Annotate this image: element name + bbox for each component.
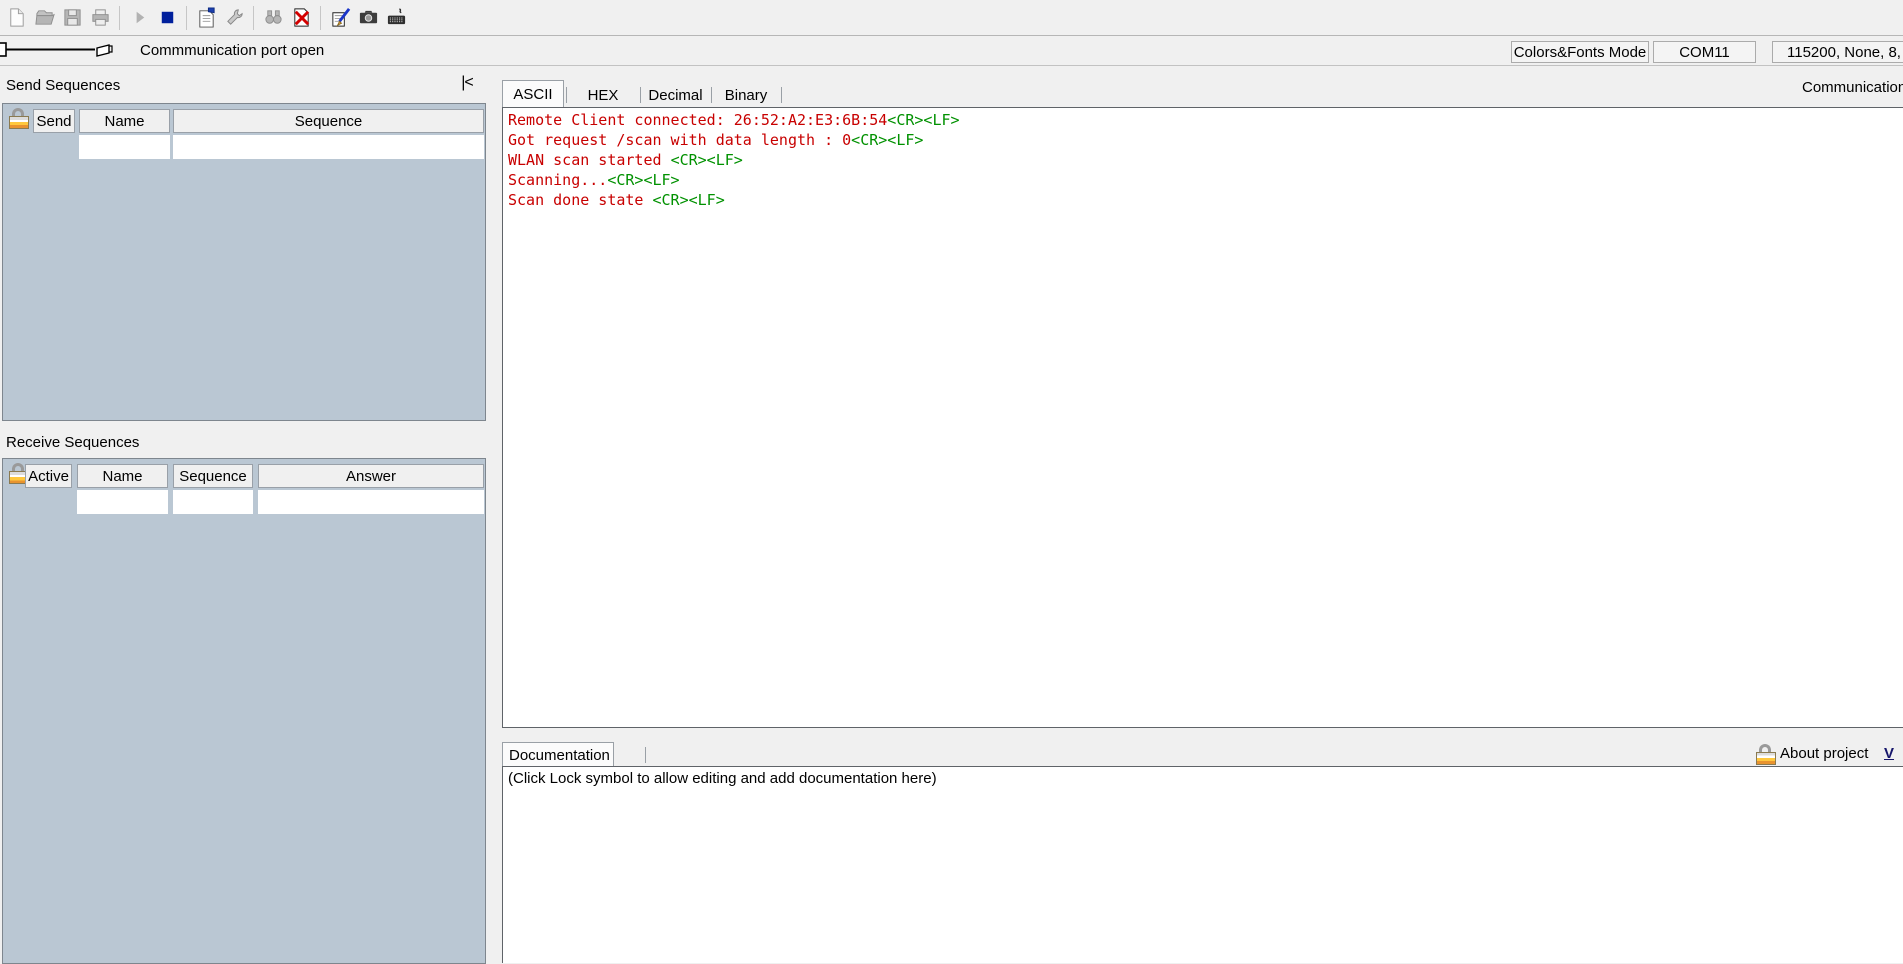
clear-communication-button[interactable] [287,4,315,32]
comm-line: Got request /scan with data length : 0<C… [508,130,1898,150]
project-settings-icon [196,7,217,28]
wrench-icon [224,7,245,28]
documentation-lock-icon[interactable] [1756,744,1776,766]
open-project-button[interactable] [30,4,58,32]
save-icon [62,7,83,28]
save-button[interactable] [58,4,86,32]
documentation-text-area[interactable]: (Click Lock symbol to allow editing and … [502,766,1903,963]
tab-decimal[interactable]: Decimal [640,84,711,107]
tab-separator [781,87,782,103]
send-sequences-panel: Send Name Sequence [2,103,486,421]
start-play-icon [129,7,150,28]
tab-separator [645,747,646,763]
project-settings-button[interactable] [192,4,220,32]
tab-hex[interactable]: HEX [566,84,640,107]
binoculars-icon [263,7,284,28]
communication-panel-label: Communication [1802,79,1903,96]
send-sequences-title: Send Sequences [6,77,120,94]
keyboard-console-button[interactable] [382,4,410,32]
port-settings-box[interactable]: 115200, None, 8, 1 [1772,41,1903,63]
send-row-name-cell[interactable] [79,135,170,159]
collapse-panel-button[interactable]: |< [453,74,481,94]
tab-separator [566,87,567,103]
receive-sequences-panel: Active Name Sequence Answer [2,458,486,964]
tab-separator [640,87,641,103]
receive-row-answer-cell[interactable] [258,490,484,514]
start-communication-button[interactable] [125,4,153,32]
comm-line: Scanning...<CR><LF> [508,170,1898,190]
clipped-link[interactable]: V [1884,745,1894,762]
stop-square-icon [157,7,178,28]
receive-sequences-title: Receive Sequences [6,434,139,451]
toolbar [0,0,1903,36]
comm-line: WLAN scan started <CR><LF> [508,150,1898,170]
toolbar-separator [119,6,120,30]
receive-row-sequence-cell[interactable] [173,490,253,514]
camera-icon [358,7,379,28]
comm-line: Scan done state <CR><LF> [508,190,1898,210]
connection-status-icon [0,41,130,59]
comm-line: Remote Client connected: 26:52:A2:E3:6B:… [508,110,1898,130]
com-port-box[interactable]: COM11 [1653,41,1756,63]
toolbar-separator [253,6,254,30]
clear-red-x-icon [291,7,312,28]
tab-documentation[interactable]: Documentation [502,742,614,767]
open-folder-icon [34,7,55,28]
answer-column-header[interactable]: Answer [258,464,484,488]
colors-fonts-mode-box[interactable]: Colors&Fonts Mode [1511,41,1649,63]
name-column-header[interactable]: Name [77,464,168,488]
receive-row-name-cell[interactable] [77,490,168,514]
options-button[interactable] [220,4,248,32]
new-file-icon [6,7,27,28]
sequence-column-header[interactable]: Sequence [173,109,484,133]
stop-communication-button[interactable] [153,4,181,32]
new-file-button[interactable] [2,4,30,32]
connection-status-text: Commmunication port open [140,42,324,59]
tab-separator [711,87,712,103]
toolbar-separator [186,6,187,30]
print-button[interactable] [86,4,114,32]
tab-ascii[interactable]: ASCII [502,80,564,107]
sequence-column-header[interactable]: Sequence [173,464,253,488]
documentation-placeholder: (Click Lock symbol to allow editing and … [508,770,937,787]
send-row-sequence-cell[interactable] [173,135,484,159]
snapshot-button[interactable] [354,4,382,32]
toolbar-separator [320,6,321,30]
communication-log-area[interactable]: Remote Client connected: 26:52:A2:E3:6B:… [502,107,1903,728]
about-project-label[interactable]: About project [1780,745,1868,762]
active-column-header[interactable]: Active [25,464,72,488]
find-button[interactable] [259,4,287,32]
send-lock-icon[interactable] [9,108,29,130]
edit-notes-button[interactable] [326,4,354,32]
keyboard-icon [386,7,407,28]
tab-binary[interactable]: Binary [711,84,781,107]
send-column-header[interactable]: Send [33,109,75,133]
edit-pen-icon [330,7,351,28]
print-icon [90,7,111,28]
name-column-header[interactable]: Name [79,109,170,133]
